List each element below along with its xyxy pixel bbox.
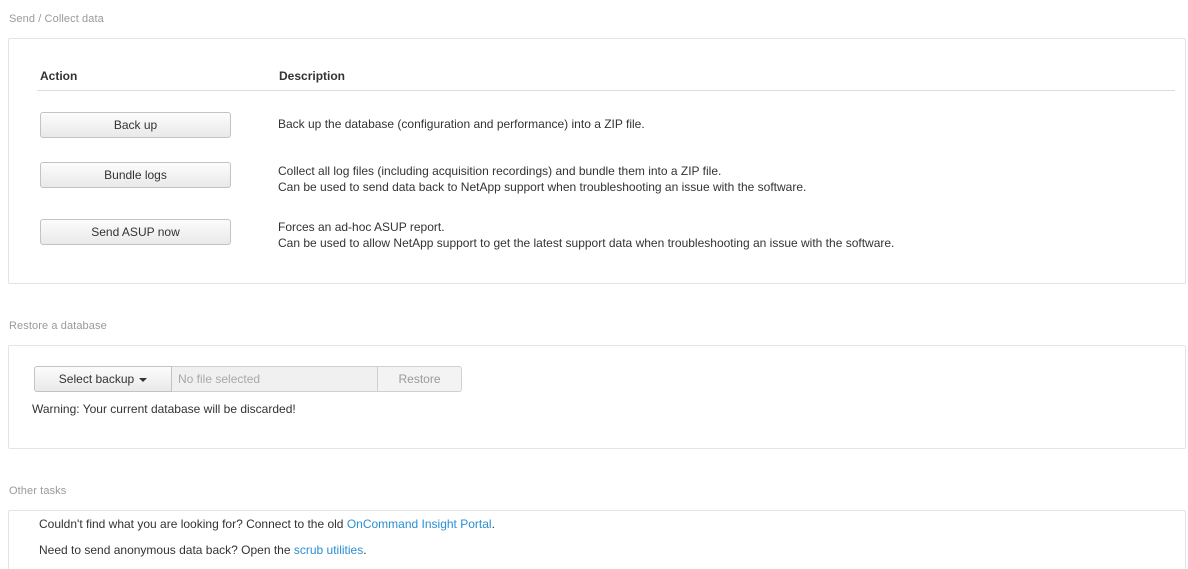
header-divider [37, 90, 1175, 91]
select-backup-button[interactable]: Select backup [34, 366, 172, 392]
other-tasks-section-title: Other tasks [9, 485, 67, 497]
admin-troubleshooting-page: Send / Collect data Action Description B… [0, 0, 1188, 569]
scrub-line-suffix: . [363, 543, 367, 557]
back-up-button[interactable]: Back up [40, 112, 231, 138]
oncommand-insight-portal-link[interactable]: OnCommand Insight Portal [347, 517, 492, 531]
back-up-description: Back up the database (configuration and … [278, 117, 645, 131]
selected-file-field: No file selected [172, 366, 377, 392]
send-collect-panel: Action Description Back up Back up the d… [8, 38, 1186, 284]
portal-line-suffix: . [491, 517, 495, 531]
caret-down-icon [139, 378, 148, 382]
send-asup-description-line2: Can be used to allow NetApp support to g… [278, 236, 895, 250]
restore-button[interactable]: Restore [377, 366, 462, 392]
send-asup-description-line1: Forces an ad-hoc ASUP report. [278, 220, 445, 234]
portal-line-text: Couldn't find what you are looking for? … [39, 517, 347, 531]
bundle-logs-description-line2: Can be used to send data back to NetApp … [278, 180, 807, 194]
action-column-header: Action [40, 69, 78, 83]
backup-file-picker: Select backup No file selected Restore [34, 366, 462, 392]
restore-section-title: Restore a database [9, 320, 107, 332]
restore-warning: Warning: Your current database will be d… [32, 402, 296, 416]
description-column-header: Description [279, 69, 346, 83]
scrub-link-line: Need to send anonymous data back? Open t… [39, 543, 367, 557]
send-asup-now-button[interactable]: Send ASUP now [40, 219, 231, 245]
send-collect-section-title: Send / Collect data [9, 13, 104, 25]
scrub-utilities-link[interactable]: scrub utilities [294, 543, 363, 557]
scrub-line-text: Need to send anonymous data back? Open t… [39, 543, 294, 557]
portal-link-line: Couldn't find what you are looking for? … [39, 517, 495, 531]
restore-panel: Select backup No file selected Restore W… [8, 345, 1186, 449]
bundle-logs-button[interactable]: Bundle logs [40, 162, 231, 188]
other-tasks-panel: Couldn't find what you are looking for? … [8, 510, 1186, 569]
select-backup-label: Select backup [58, 372, 135, 386]
bundle-logs-description-line1: Collect all log files (including acquisi… [278, 164, 722, 178]
